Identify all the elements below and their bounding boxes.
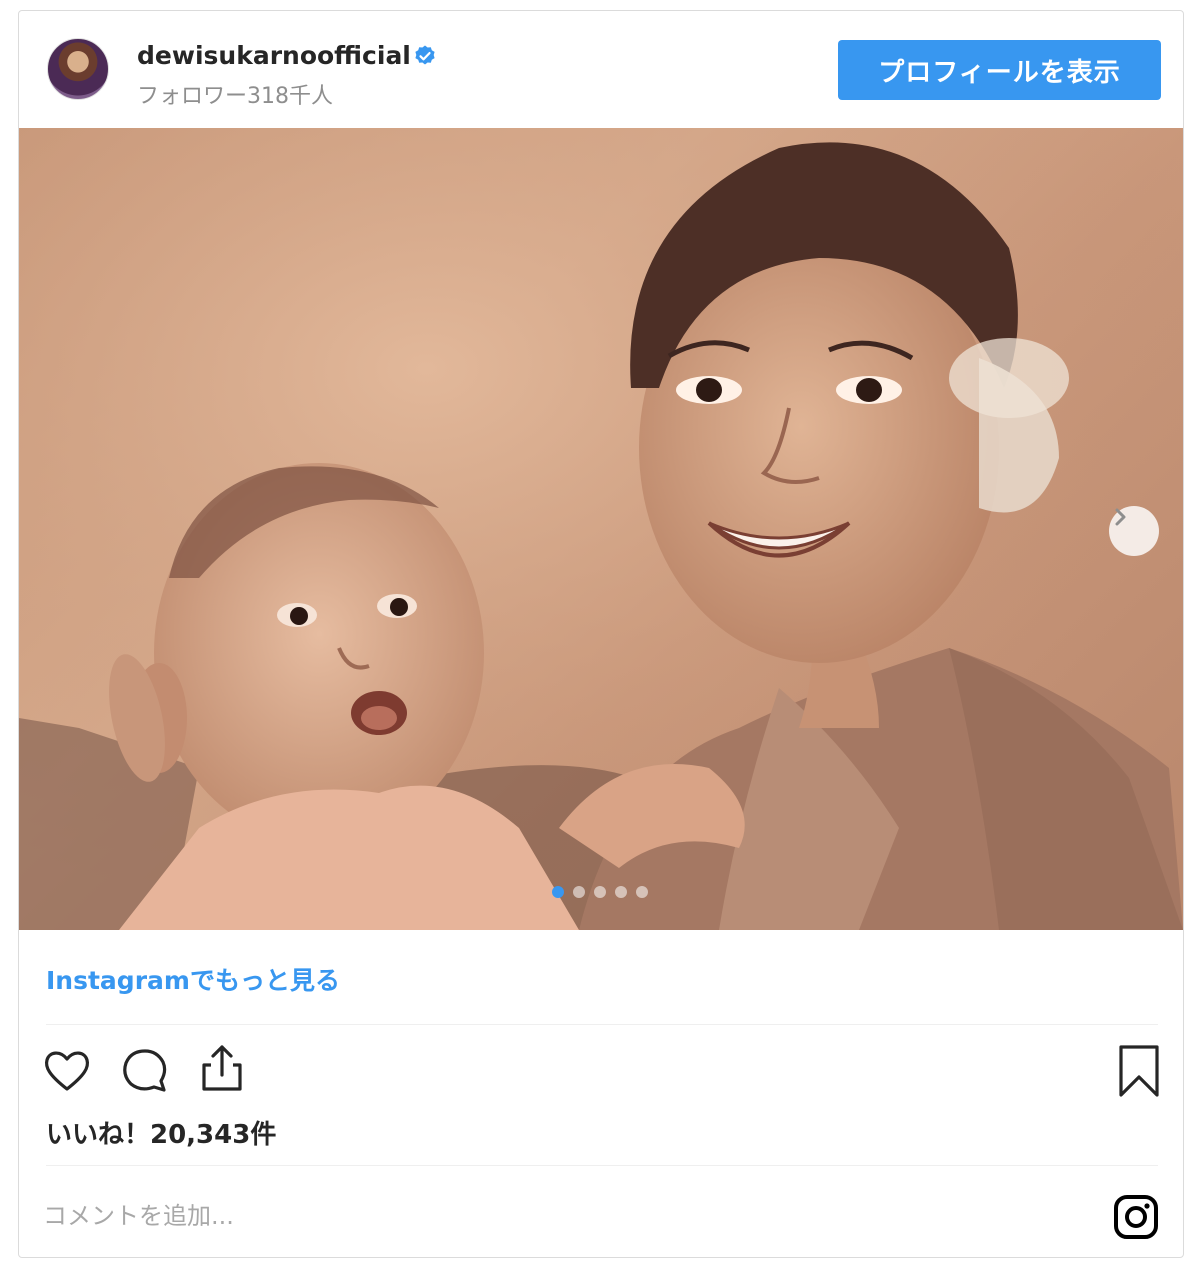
carousel-dot	[552, 886, 564, 898]
carousel-indicator	[552, 886, 648, 898]
divider	[46, 1024, 1158, 1025]
instagram-logo-icon[interactable]	[1112, 1193, 1160, 1241]
like-count[interactable]: いいね！20,343件	[46, 1114, 276, 1151]
comment-bubble-icon[interactable]	[117, 1043, 173, 1099]
carousel-dot	[615, 886, 627, 898]
follower-count: フォロワー318千人	[137, 84, 333, 109]
carousel-dot	[636, 886, 648, 898]
heart-icon[interactable]	[39, 1043, 95, 1099]
view-profile-button[interactable]: プロフィールを表示	[838, 40, 1161, 100]
carousel-next-button[interactable]	[1109, 506, 1159, 556]
view-more-on-instagram-link[interactable]: Instagramでもっと見る	[46, 961, 340, 997]
carousel-dot	[594, 886, 606, 898]
bookmark-icon[interactable]	[1111, 1043, 1167, 1099]
post-photo[interactable]	[19, 128, 1183, 930]
chevron-right-icon	[1115, 508, 1126, 526]
username[interactable]: dewisukarnoofficial	[137, 41, 411, 70]
instagram-embed-card: dewisukarnoofficial フォロワー318千人 プロフィールを表示	[18, 10, 1184, 1258]
divider	[46, 1165, 1158, 1166]
sepia-photo-illustration	[19, 128, 1183, 930]
post-header: dewisukarnoofficial フォロワー318千人 プロフィールを表示	[19, 11, 1183, 128]
carousel-dot	[573, 886, 585, 898]
verified-badge-icon	[415, 45, 435, 65]
comment-input[interactable]	[41, 1191, 945, 1241]
profile-avatar[interactable]	[47, 38, 109, 100]
share-icon[interactable]	[194, 1041, 250, 1097]
